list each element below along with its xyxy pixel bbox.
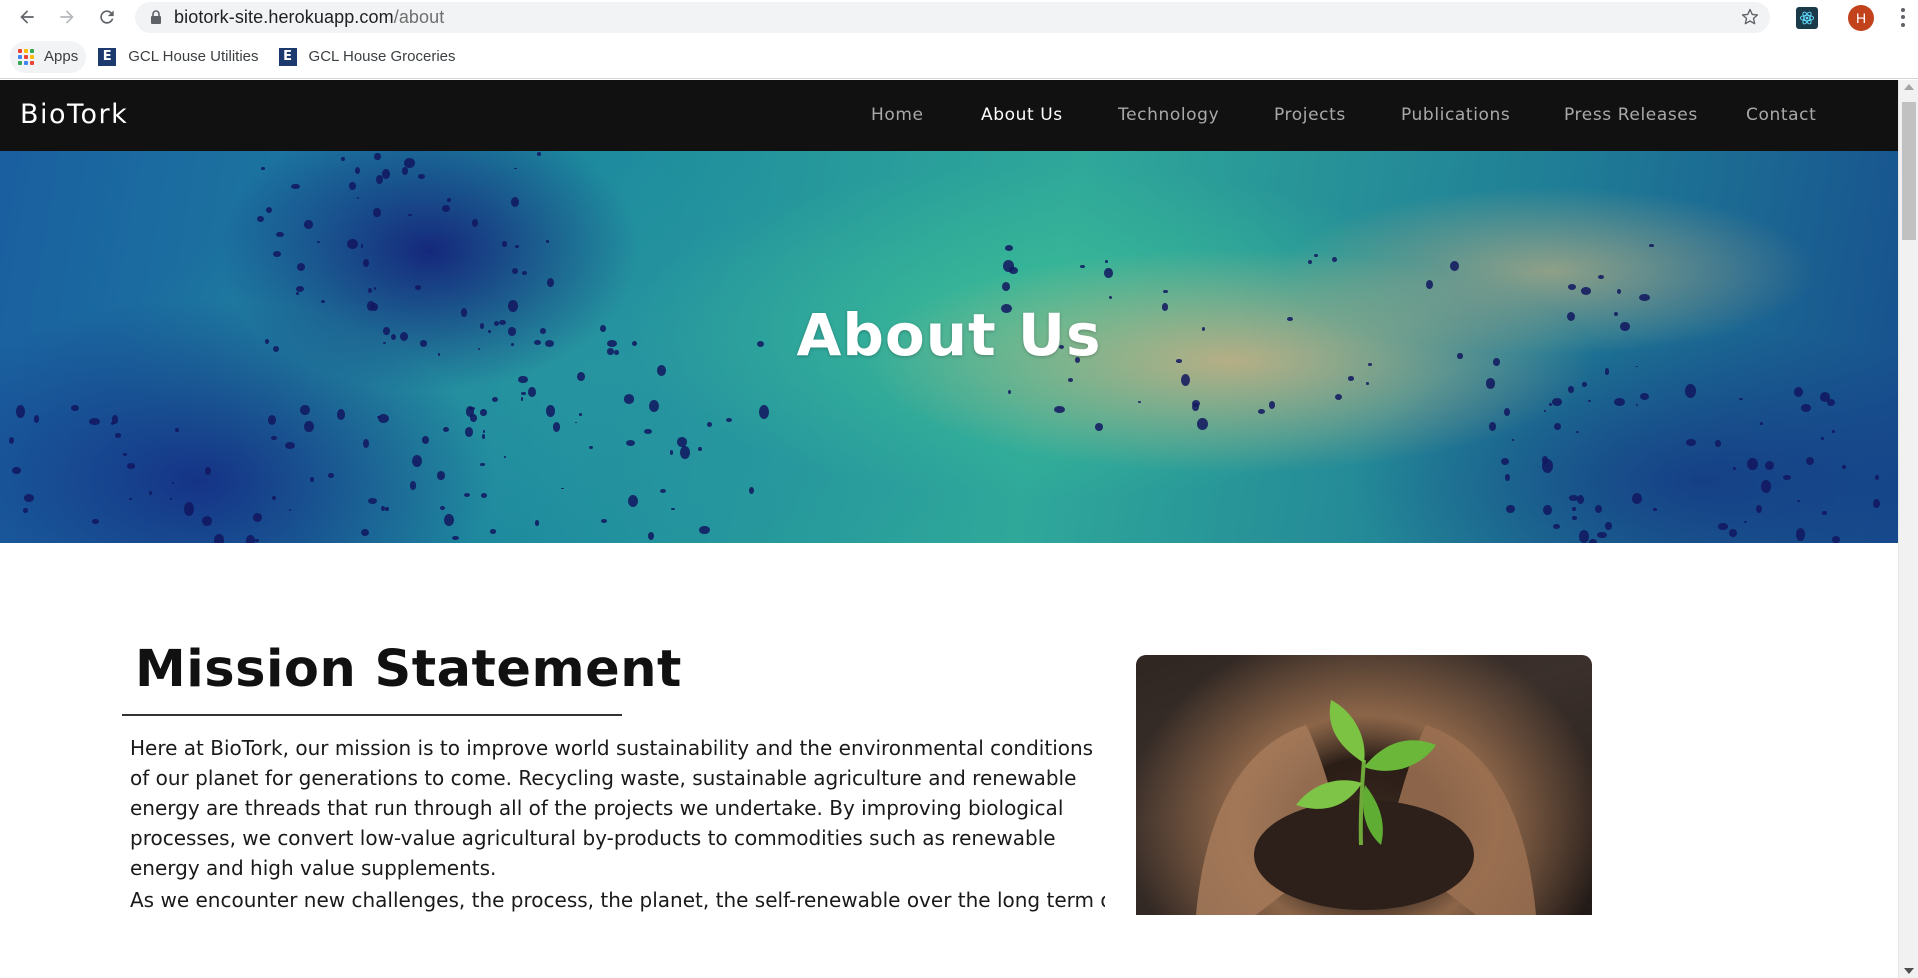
apps-grid-icon — [18, 48, 34, 65]
url-text: biotork-site.herokuapp.com/about — [174, 7, 445, 27]
react-devtools-extension-icon[interactable] — [1796, 6, 1818, 29]
forward-arrow-icon — [60, 10, 74, 24]
nav-link-contact[interactable]: Contact — [1746, 105, 1816, 125]
seedling-icon — [1196, 700, 1536, 915]
bookmark-gcl-house-groceries[interactable]: E GCL House Groceries — [271, 41, 464, 73]
bookmark-gcl-house-utilities[interactable]: E GCL House Utilities — [90, 41, 266, 73]
nav-link-publications[interactable]: Publications — [1401, 105, 1510, 125]
hero-banner: About Us — [0, 151, 1898, 543]
address-bar[interactable]: biotork-site.herokuapp.com/about — [135, 2, 1770, 33]
lock-icon — [151, 10, 161, 24]
e-favicon-icon: E — [98, 47, 117, 66]
bookmark-star-icon[interactable] — [1740, 7, 1760, 32]
mission-paragraph-2: As we encounter new challenges, the proc… — [130, 888, 1105, 912]
bookmark-label: GCL House Groceries — [308, 48, 456, 65]
back-button[interactable] — [12, 2, 42, 32]
nav-link-projects[interactable]: Projects — [1274, 105, 1346, 125]
scroll-up-icon[interactable] — [1904, 84, 1914, 90]
bookmarks-bar: Apps E GCL House Utilities E GCL House G… — [0, 35, 1918, 79]
e-favicon-icon: E — [278, 47, 297, 66]
browser-toolbar: biotork-site.herokuapp.com/about H — [0, 0, 1918, 35]
site-navbar: BioTork Home About Us Technology Project… — [0, 80, 1898, 151]
scrollbar-thumb[interactable] — [1902, 102, 1916, 240]
bookmark-label: Apps — [44, 48, 79, 65]
nav-link-home[interactable]: Home — [871, 105, 924, 125]
back-arrow-icon — [20, 10, 34, 24]
reload-button[interactable] — [92, 2, 122, 32]
reload-icon — [100, 10, 114, 24]
browser-actions: H — [1796, 0, 1918, 35]
forward-button[interactable] — [52, 2, 82, 32]
nav-link-technology[interactable]: Technology — [1118, 105, 1219, 125]
bookmark-apps[interactable]: Apps — [10, 40, 87, 73]
nav-link-press-releases[interactable]: Press Releases — [1564, 105, 1698, 125]
site-brand-logo[interactable]: BioTork — [20, 99, 128, 130]
nav-link-about-us[interactable]: About Us — [981, 105, 1063, 125]
heading-underline — [122, 714, 622, 716]
bookmark-label: GCL House Utilities — [128, 48, 259, 65]
browser-menu-icon[interactable] — [1894, 7, 1912, 29]
scroll-down-icon[interactable] — [1904, 968, 1914, 974]
page-scrollbar[interactable] — [1898, 80, 1918, 978]
profile-avatar[interactable]: H — [1848, 4, 1874, 31]
seedling-in-hands-image — [1136, 655, 1592, 915]
mission-paragraph: Here at BioTork, our mission is to impro… — [130, 736, 1094, 880]
mission-statement-heading: Mission Statement — [135, 640, 682, 699]
hero-title: About Us — [796, 301, 1102, 369]
